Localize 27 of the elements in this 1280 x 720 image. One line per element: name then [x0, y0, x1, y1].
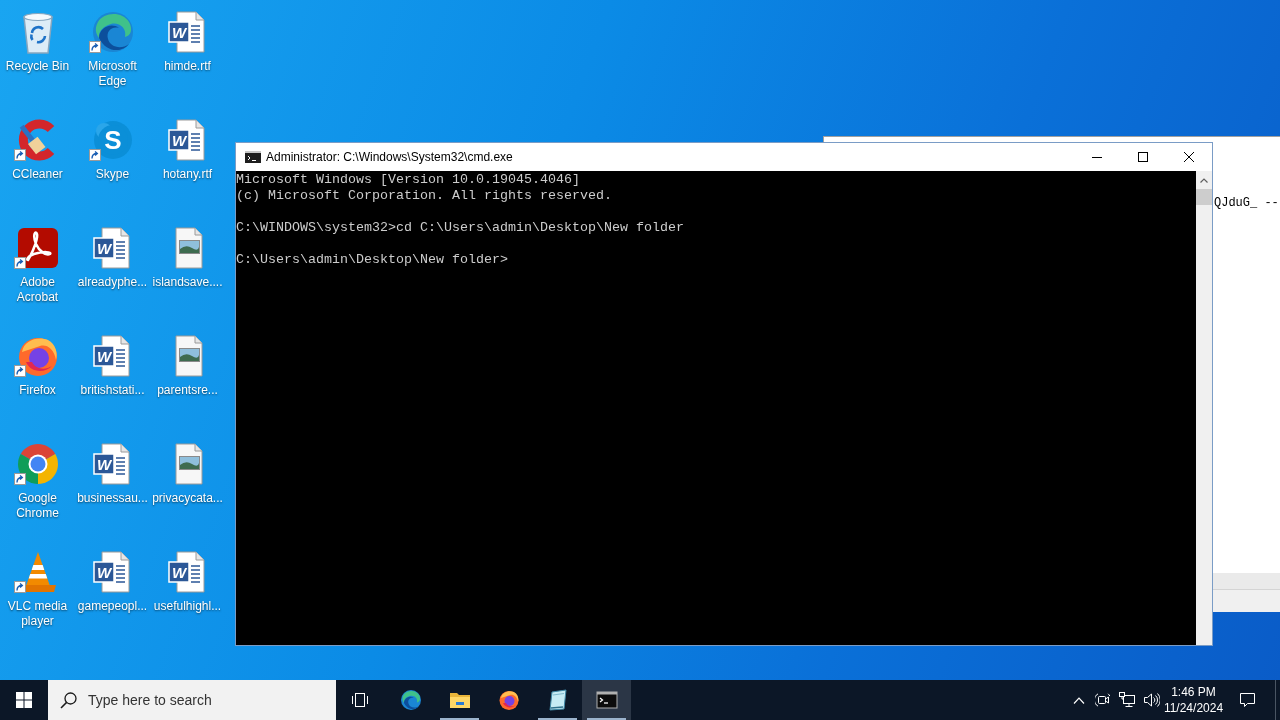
console-line: C:\Users\admin\Desktop\New folder> — [236, 252, 508, 268]
search-field[interactable]: Type here to search — [88, 689, 268, 711]
camera-icon — [1095, 692, 1111, 708]
clock-date[interactable]: 11/24/2024 — [1163, 700, 1224, 716]
volume-icon — [1142, 692, 1160, 708]
console-icon — [594, 688, 619, 712]
edge-logo-icon — [398, 688, 423, 712]
scroll-up-icon[interactable] — [1200, 178, 1208, 183]
console-line: C:\WINDOWS\system32>cd C:\Users\admin\Desktop\New folder — [236, 220, 684, 236]
console-line: (c) Microsoft Corporation. All rights reserved. — [236, 188, 612, 204]
scrollbar-thumb[interactable] — [1196, 189, 1212, 205]
window-title: Administrator: C:\Windows\System32\cmd.exe — [266, 149, 513, 165]
task-view-icon — [351, 692, 369, 708]
chevron-up-icon — [1073, 696, 1085, 704]
maximize-icon — [1138, 152, 1148, 162]
search-box[interactable]: Type here to search — [48, 680, 336, 720]
notification-icon — [1238, 692, 1256, 708]
taskbar-button[interactable] — [582, 680, 631, 720]
code-text: QJduG_ -- — [1214, 196, 1279, 210]
console-icon — [245, 151, 261, 163]
windows-logo-icon — [16, 692, 32, 708]
network-monitor-icon — [1118, 692, 1136, 708]
close-icon — [1184, 152, 1194, 162]
clock-time[interactable]: 1:46 PM — [1171, 684, 1216, 700]
search-icon — [60, 691, 77, 709]
minimize-icon — [1092, 156, 1102, 158]
console-line: Microsoft Windows [Version 10.0.19045.4046] — [236, 172, 580, 188]
